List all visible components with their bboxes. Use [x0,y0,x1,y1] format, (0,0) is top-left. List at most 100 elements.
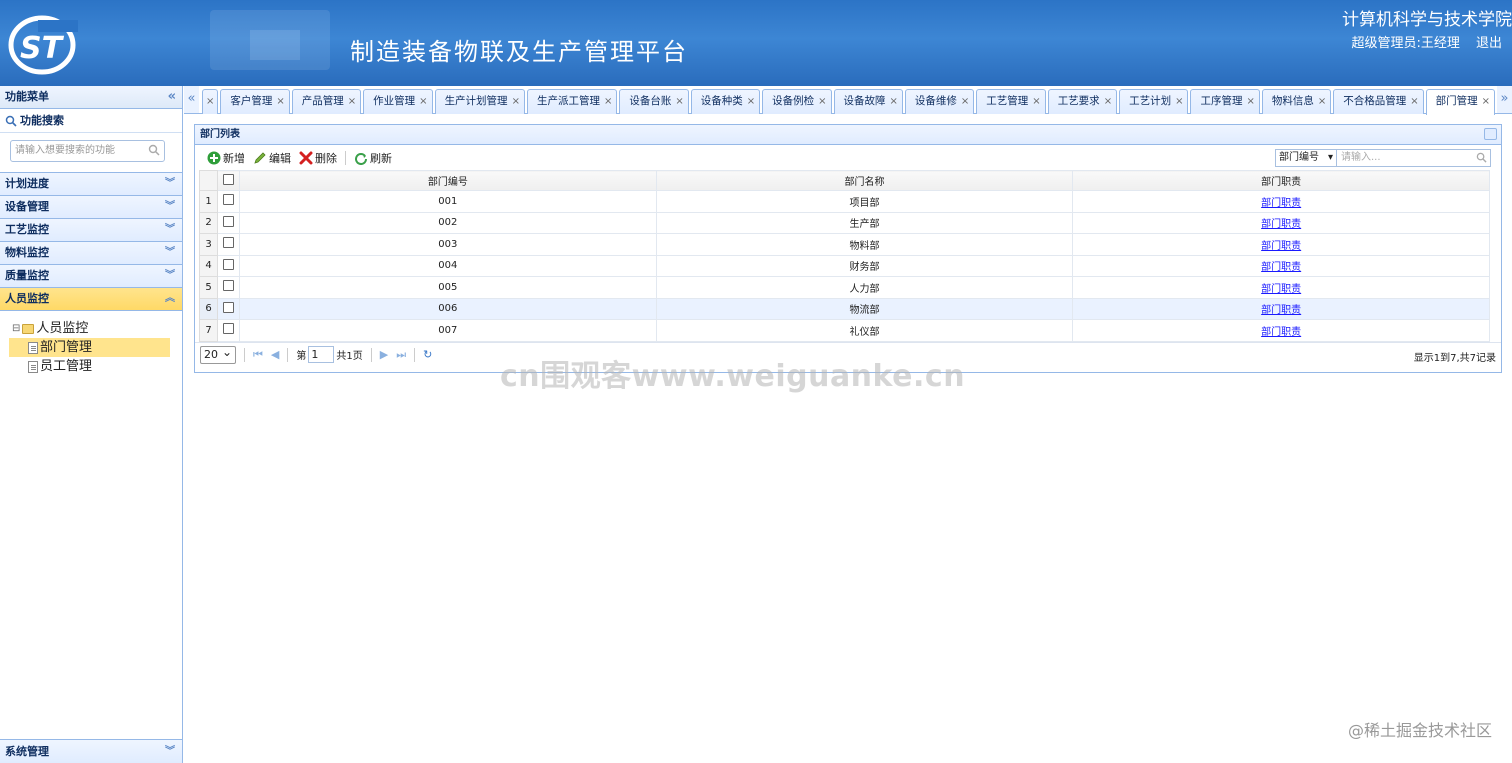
close-icon[interactable]: × [206,90,214,114]
close-icon[interactable]: × [818,90,826,114]
duty-link[interactable]: 部门职责 [1261,198,1301,209]
tab-home[interactable]: × [202,89,219,114]
tab-item[interactable]: 客户管理 × [220,89,290,114]
tab-item[interactable]: 设备种类 × [690,89,761,114]
close-icon[interactable]: × [961,90,969,114]
logout-link[interactable]: 退出 [1476,36,1502,51]
tab-item[interactable]: 设备故障 × [833,89,903,114]
close-icon[interactable]: × [1246,90,1254,114]
next-page-icon[interactable]: ▶ [380,348,388,361]
menu-section-equipment[interactable]: 设备管理 ︾ [0,196,182,219]
row-checkbox[interactable] [223,280,234,292]
table-row[interactable]: 6 006 物流部 部门职责 [199,297,1490,320]
tab-scroll-right-icon[interactable]: » [1497,86,1512,113]
table-row[interactable]: 5 005 人力部 部门职责 [199,276,1490,299]
menu-section-material[interactable]: 物料监控 ︾ [0,242,182,265]
refresh-button[interactable]: 刷新 [354,150,392,166]
close-icon[interactable]: × [276,90,284,114]
tab-scroll-left-icon[interactable]: « [184,86,199,113]
expand-icon: ︾ [165,270,175,281]
duty-link[interactable]: 部门职责 [1261,327,1301,338]
tab-item[interactable]: 部门管理 × [1425,89,1496,115]
column-header-code[interactable]: 部门编号 [239,170,657,191]
tree-item-employee[interactable]: 员工管理 [12,357,182,376]
tree-root[interactable]: ⊟ 人员监控 [12,319,182,338]
close-icon[interactable]: × [1318,90,1326,114]
column-header-duty[interactable]: 部门职责 [1072,170,1490,191]
search-icon[interactable] [148,144,160,156]
table-row[interactable]: 3 003 物料部 部门职责 [199,233,1490,256]
table-row[interactable]: 4 004 财务部 部门职责 [199,254,1490,277]
tab-item[interactable]: 设备维修 × [904,89,975,114]
close-icon[interactable]: × [1032,90,1040,114]
last-page-icon[interactable]: ⏭ [396,348,406,362]
search-icon[interactable] [1476,152,1487,163]
menu-section-system[interactable]: 系统管理 ︾ [0,739,182,763]
tab-item[interactable]: 工艺计划 × [1119,89,1189,114]
svg-text:ST: ST [20,31,65,66]
column-header-name[interactable]: 部门名称 [655,170,1074,191]
row-checkbox[interactable] [223,258,234,270]
close-icon[interactable]: × [419,90,427,114]
tree-item-department[interactable]: 部门管理 [9,338,170,357]
collapse-sidebar-icon[interactable]: « [168,86,176,108]
close-icon[interactable]: × [675,90,683,114]
row-select-cell [217,276,240,299]
duty-link[interactable]: 部门职责 [1261,262,1301,273]
close-icon[interactable]: × [890,90,898,114]
duty-link[interactable]: 部门职责 [1261,219,1301,230]
add-button[interactable]: 新增 [207,150,245,166]
select-all-checkbox[interactable] [223,173,234,185]
row-number: 4 [199,254,218,277]
menu-section-plan[interactable]: 计划进度 ︾ [0,173,182,196]
tab-item[interactable]: 作业管理 × [363,89,433,114]
row-checkbox[interactable] [223,194,234,206]
table-row[interactable]: 7 007 礼仪部 部门职责 [199,319,1490,342]
tab-item[interactable]: 不合格品管理 × [1333,89,1424,114]
tab-item[interactable]: 工艺要求 × [1047,89,1118,114]
cell-code: 002 [239,211,657,234]
row-checkbox[interactable] [223,301,234,313]
search-field-select[interactable]: 部门编号 [1275,149,1337,167]
table-row[interactable]: 1 001 项目部 部门职责 [199,190,1490,213]
tab-item[interactable]: 产品管理 × [291,89,362,114]
row-number: 2 [199,211,218,234]
duty-link[interactable]: 部门职责 [1261,305,1301,316]
close-icon[interactable]: × [512,90,520,114]
tab-item[interactable]: 生产派工管理 × [526,89,618,114]
collapse-panel-icon[interactable] [1484,128,1497,140]
edit-button[interactable]: 编辑 [253,150,291,166]
page-number-input[interactable]: 1 [308,346,335,363]
page-size-select[interactable]: 20 [200,344,236,364]
row-checkbox[interactable] [223,237,234,249]
toolbar-divider [345,150,346,165]
tab-item[interactable]: 工艺管理 × [976,89,1046,114]
tree-toggle-icon[interactable]: ⊟ [12,319,20,338]
reload-icon[interactable]: ↻ [423,348,432,361]
close-icon[interactable]: × [1104,90,1112,114]
tab-item[interactable]: 工序管理 × [1190,89,1260,114]
close-icon[interactable]: × [348,90,356,114]
tab-item[interactable]: 物料信息 × [1261,89,1332,114]
menu-section-personnel[interactable]: 人员监控 ︽ [0,288,182,311]
row-checkbox[interactable] [223,215,234,227]
duty-link[interactable]: 部门职责 [1261,284,1301,295]
row-checkbox[interactable] [223,323,234,335]
grid-search-input[interactable]: 请输入... [1337,149,1491,167]
close-icon[interactable]: × [1175,90,1183,114]
function-search-input[interactable]: 请输入想要搜索的功能 [10,140,165,162]
close-icon[interactable]: × [604,90,612,114]
tab-item[interactable]: 设备台账 × [619,89,689,114]
first-page-icon[interactable]: ⏮ [253,348,263,362]
close-icon[interactable]: × [1410,90,1418,114]
tab-item[interactable]: 设备例检 × [762,89,832,114]
close-icon[interactable]: × [1482,90,1490,115]
close-icon[interactable]: × [747,90,755,114]
duty-link[interactable]: 部门职责 [1261,241,1301,252]
menu-section-process[interactable]: 工艺监控 ︾ [0,219,182,242]
table-row[interactable]: 2 002 生产部 部门职责 [199,211,1490,234]
prev-page-icon[interactable]: ◀ [271,348,279,361]
tab-item[interactable]: 生产计划管理 × [434,89,525,114]
menu-section-quality[interactable]: 质量监控 ︾ [0,265,182,288]
delete-button[interactable]: 删除 [299,150,337,166]
